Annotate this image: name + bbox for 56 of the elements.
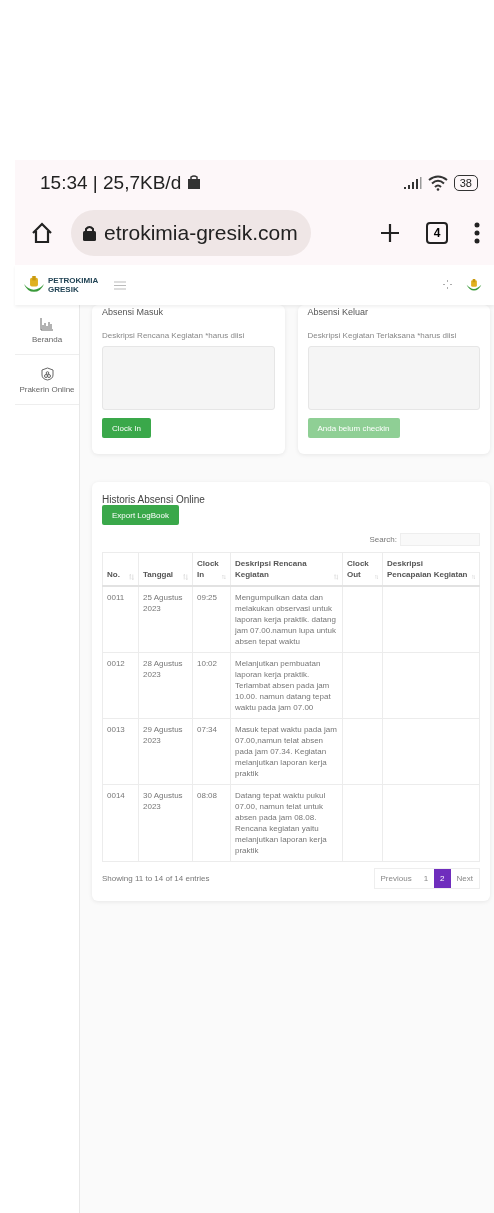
field-label: Deskripsi Rencana Kegiatan *harus diisi xyxy=(102,331,245,340)
home-icon[interactable] xyxy=(31,221,53,244)
status-time: 15:34 | 25,7KB/d xyxy=(40,171,182,194)
field-label: Deskripsi Kegiatan Terlaksana *harus diisi xyxy=(307,331,457,340)
table-cell: Mengumpulkan data dan melakukan observasi untuk laporan kerja praktik. datang jam 07.00.namun lupa untuk absen tepat waktu xyxy=(230,586,343,653)
table-cell: 25 Agustus 2023 xyxy=(138,586,193,653)
table-cell: 29 Agustus 2023 xyxy=(138,718,193,785)
column-header[interactable]: Clock In xyxy=(192,552,231,586)
avatar-icon xyxy=(466,278,482,292)
bar-chart-icon xyxy=(40,317,54,331)
search-label: Search: xyxy=(369,535,397,544)
table-cell: 0011 xyxy=(102,586,139,653)
card-title: Historis Absensi Online xyxy=(102,494,205,505)
fullscreen-icon[interactable] xyxy=(443,280,452,290)
column-header[interactable]: Clock Out xyxy=(342,552,383,586)
page-button[interactable]: 2 xyxy=(434,869,451,888)
table-cell: 28 Agustus 2023 xyxy=(138,652,193,719)
lock-icon xyxy=(83,224,96,241)
logo-text: PETROKIMIA xyxy=(48,276,99,285)
more-menu-icon[interactable] xyxy=(474,221,480,244)
sort-icon[interactable] xyxy=(129,574,134,580)
plus-icon[interactable] xyxy=(380,222,400,243)
table-cell: 0012 xyxy=(102,652,139,719)
table-cell: 09:25 xyxy=(192,586,231,653)
column-header[interactable]: No. xyxy=(102,552,139,586)
table-cell: Melanjutkan pembuatan laporan kerja praktik. Terlambat absen pada jam 10.00. namun datang tepat waktu pada jam 07.00 xyxy=(230,652,343,719)
logo-emblem-icon xyxy=(23,276,45,294)
address-bar[interactable]: etrokimia-gresik.com xyxy=(71,209,311,256)
column-header[interactable]: Deskripsi Rencana Kegiatan xyxy=(230,552,343,586)
shopping-bag-icon xyxy=(187,175,202,190)
sidebar-item[interactable]: Beranda xyxy=(15,305,79,355)
table-cell: 0013 xyxy=(102,718,139,785)
text-area[interactable] xyxy=(102,346,275,410)
table-cell: 0014 xyxy=(102,784,139,862)
battery-indicator: 38 xyxy=(453,174,478,191)
sort-icon[interactable] xyxy=(333,574,338,580)
table-cell: 10:02 xyxy=(192,652,231,719)
signal-icon xyxy=(403,176,422,189)
table-cell: 07:34 xyxy=(192,718,231,785)
text-area[interactable] xyxy=(307,346,480,410)
card-title: Absensi Masuk xyxy=(102,307,164,317)
table-cell: Datang tepat waktu pukul 07.00, namun telat untuk absen pada jam 08.08. Rencana kegiatan yaitu melanjutkan laporan kerja praktik xyxy=(230,784,343,862)
column-header[interactable]: Deskripsi Pencapaian Kegiatan xyxy=(382,552,480,586)
sidebar-item[interactable]: Prakerin Online xyxy=(15,355,79,405)
table-cell: Masuk tepat waktu pada jam 07.00,namun telat absen pada jam 07.34. Kegiatan melanjutkan laporan kerja praktik xyxy=(230,718,343,785)
menu-icon[interactable] xyxy=(114,280,127,290)
entries-info: Showing 11 to 14 of 14 entries xyxy=(102,874,210,883)
table-cell: 30 Agustus 2023 xyxy=(138,784,193,862)
tab-count-button[interactable]: 4 xyxy=(426,221,448,244)
card-title: Absensi Keluar xyxy=(307,307,369,317)
logo-text: GRESIK xyxy=(48,285,80,294)
column-header[interactable]: Tanggal xyxy=(138,552,193,586)
sort-icon[interactable] xyxy=(183,574,188,580)
table-cell: 08:08 xyxy=(192,784,231,862)
shield-icon xyxy=(40,367,54,381)
wifi-icon xyxy=(427,174,448,191)
